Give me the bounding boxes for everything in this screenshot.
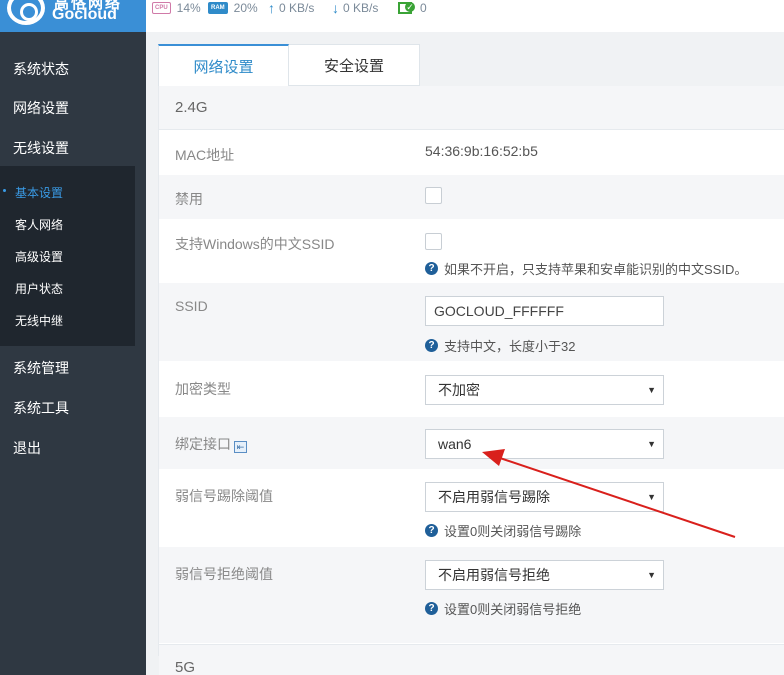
bind-interface-row: 绑定接口 ⇤ wan6 ▼ — [159, 417, 784, 469]
weak-kick-hint-text: 设置0则关闭弱信号踢除 — [444, 524, 582, 539]
section-header-5g: 5G — [159, 644, 784, 675]
encryption-select-value: 不加密 — [438, 382, 480, 398]
ssid-input[interactable]: GOCLOUD_FFFFFF — [425, 296, 664, 326]
question-circle-icon: ? — [425, 339, 438, 352]
bind-interface-label: 绑定接口 ⇤ — [175, 434, 247, 454]
cn-ssid-hint: ? 如果不开启，只支持苹果和安卓能识别的中文SSID。 — [425, 259, 747, 278]
weak-reject-label: 弱信号拒绝阈值 — [175, 566, 273, 582]
weak-reject-hint-text: 设置0则关闭弱信号拒绝 — [444, 602, 582, 617]
tab-security-settings[interactable]: 安全设置 — [289, 44, 420, 86]
device-check-icon — [398, 2, 415, 14]
ssid-hint-text: 支持中文，长度小于32 — [444, 339, 576, 354]
chevron-down-icon: ▼ — [647, 439, 656, 449]
cpu-value: 14% — [176, 1, 201, 15]
bind-interface-select-value: wan6 — [438, 436, 472, 452]
ssid-label: SSID — [175, 298, 208, 314]
weak-reject-select-value: 不启用弱信号拒绝 — [438, 567, 550, 583]
submenu-item-advanced-settings[interactable]: 高级设置 — [15, 248, 63, 265]
arrow-down-icon: ↓ — [332, 0, 339, 16]
mac-value: 54:36:9b:16:52:b5 — [425, 143, 538, 159]
submenu-item-basic-settings[interactable]: 基本设置 — [15, 184, 63, 201]
interface-link-icon[interactable]: ⇤ — [234, 441, 247, 453]
chevron-down-icon: ▼ — [647, 492, 656, 502]
online-devices: 0 — [398, 1, 427, 15]
ram-value: 20% — [233, 1, 258, 15]
wireless-submenu: 基本设置 客人网络 高级设置 用户状态 无线中继 — [0, 166, 135, 346]
devices-value: 0 — [420, 1, 427, 15]
question-circle-icon: ? — [425, 262, 438, 275]
sidebar-item-wireless-settings[interactable]: 无线设置 — [13, 138, 69, 158]
logo-text-en: Gocloud — [52, 6, 117, 23]
weak-kick-select[interactable]: 不启用弱信号踢除 ▼ — [425, 482, 664, 512]
weak-reject-row: 弱信号拒绝阈值 不启用弱信号拒绝 ▼ ? 设置0则关闭弱信号拒绝 — [159, 547, 784, 643]
bind-interface-select[interactable]: wan6 ▼ — [425, 429, 664, 459]
ssid-row: SSID GOCLOUD_FFFFFF ? 支持中文，长度小于32 — [159, 283, 784, 361]
submenu-item-user-status[interactable]: 用户状态 — [15, 280, 63, 297]
ram-icon: RAM — [208, 2, 228, 14]
tab-bar: 网络设置 安全设置 — [158, 44, 420, 86]
sidebar-item-system-tools[interactable]: 系统工具 — [13, 398, 69, 418]
cpu-usage: CPU 14% — [152, 1, 201, 15]
gocloud-logo-icon — [7, 0, 45, 25]
logo: 高恪网络 Gocloud — [0, 0, 146, 32]
disable-row: 禁用 — [159, 175, 784, 219]
sidebar-item-system-management[interactable]: 系统管理 — [13, 358, 69, 378]
cn-ssid-label: 支持Windows的中文SSID — [175, 236, 335, 252]
mac-label: MAC地址 — [175, 147, 235, 163]
ssid-hint: ? 支持中文，长度小于32 — [425, 336, 575, 355]
weak-reject-select[interactable]: 不启用弱信号拒绝 ▼ — [425, 560, 664, 590]
sidebar-item-network-settings[interactable]: 网络设置 — [13, 98, 69, 118]
sidebar-item-system-status[interactable]: 系统状态 — [13, 59, 69, 79]
encryption-row: 加密类型 不加密 ▼ — [159, 361, 784, 417]
cn-ssid-checkbox[interactable] — [425, 233, 442, 250]
section-title-2g: 2.4G — [175, 99, 208, 116]
ram-usage: RAM 20% — [208, 1, 258, 15]
chevron-down-icon: ▼ — [647, 570, 656, 580]
cn-ssid-row: 支持Windows的中文SSID ? 如果不开启，只支持苹果和安卓能识别的中文S… — [159, 219, 784, 283]
weak-reject-hint: ? 设置0则关闭弱信号拒绝 — [425, 599, 581, 618]
bind-interface-label-text: 绑定接口 — [175, 436, 231, 452]
weak-kick-label: 弱信号踢除阈值 — [175, 488, 273, 504]
tab-network-settings[interactable]: 网络设置 — [158, 44, 289, 86]
disable-checkbox[interactable] — [425, 187, 442, 204]
sidebar-item-logout[interactable]: 退出 — [13, 438, 41, 458]
download-speed: ↓ 0 KB/s — [332, 1, 378, 15]
question-circle-icon: ? — [425, 524, 438, 537]
encryption-select[interactable]: 不加密 ▼ — [425, 375, 664, 405]
sidebar: 系统状态 网络设置 无线设置 基本设置 客人网络 高级设置 用户状态 无线中继 … — [0, 32, 146, 675]
section-title-5g: 5G — [175, 659, 196, 675]
section-header-2g: 2.4G — [159, 86, 784, 130]
status-bar: CPU 14% RAM 20% ↑ 0 KB/s ↓ 0 KB/s 0 — [146, 0, 784, 32]
chevron-down-icon: ▼ — [647, 385, 656, 395]
upload-speed: ↑ 0 KB/s — [268, 1, 314, 15]
submenu-item-guest-network[interactable]: 客人网络 — [15, 216, 63, 233]
weak-kick-select-value: 不启用弱信号踢除 — [438, 489, 550, 505]
question-circle-icon: ? — [425, 602, 438, 615]
weak-kick-row: 弱信号踢除阈值 不启用弱信号踢除 ▼ ? 设置0则关闭弱信号踢除 — [159, 469, 784, 547]
settings-form: 2.4G MAC地址 54:36:9b:16:52:b5 禁用 支持Window… — [158, 86, 784, 675]
mac-row: MAC地址 54:36:9b:16:52:b5 — [159, 131, 784, 175]
cpu-icon: CPU — [152, 2, 171, 14]
disable-label: 禁用 — [175, 191, 203, 207]
main-content: 网络设置 安全设置 2.4G MAC地址 54:36:9b:16:52:b5 禁… — [146, 32, 784, 675]
weak-kick-hint: ? 设置0则关闭弱信号踢除 — [425, 521, 581, 540]
cn-ssid-hint-text: 如果不开启，只支持苹果和安卓能识别的中文SSID。 — [444, 262, 748, 277]
arrow-up-icon: ↑ — [268, 0, 275, 16]
download-value: 0 KB/s — [343, 1, 379, 15]
encryption-label: 加密类型 — [175, 381, 231, 397]
active-indicator — [3, 189, 6, 192]
submenu-item-wireless-relay[interactable]: 无线中继 — [15, 312, 63, 329]
upload-value: 0 KB/s — [279, 1, 315, 15]
